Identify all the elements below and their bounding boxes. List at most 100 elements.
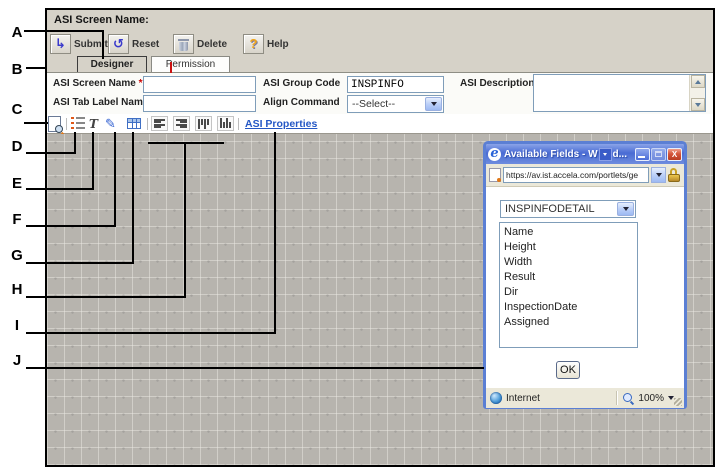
list-item[interactable]: Width [504,255,633,270]
leader-line-h-bracket [148,142,224,144]
annotation-label-g: G [6,247,28,264]
toolbar-separator [147,118,148,130]
annotation-label-i: I [6,317,28,334]
tab-designer[interactable]: Designer [77,56,147,72]
maximize-button[interactable] [651,148,666,161]
reset-icon: ↺ [113,37,124,52]
list-button[interactable] [71,117,85,130]
annotation-label-b: B [6,61,28,78]
leader-line-f-riser [114,132,116,227]
help-button[interactable]: ? [243,34,264,54]
status-zone-label: Internet [506,393,540,404]
edit-pencil-button[interactable]: ✎ [105,115,116,133]
delete-trash-icon [178,38,189,51]
scroll-down-button[interactable] [691,98,705,111]
tab-label-name-input[interactable] [143,95,256,112]
header-section: ASI Screen Name: ↳ Submit ↺ Reset Delete… [47,10,713,72]
leader-line-h [26,296,186,298]
field-source-value: INSPINFODETAIL [505,203,595,215]
tab-label-name-label: ASI Tab Label Name * [53,97,155,108]
page-icon [489,168,501,182]
annotation-label-f: F [6,211,28,228]
annotation-label-a: A [6,24,28,41]
chevron-down-icon[interactable] [617,202,634,216]
annotation-label-j: J [6,352,28,369]
page-title: ASI Screen Name: [54,14,149,26]
help-icon: ? [250,36,258,51]
toolbar-separator [66,118,67,130]
annotation-label-h: H [6,281,28,298]
popup-status-bar: Internet 100% [486,387,684,408]
leader-line-a-drop [102,30,104,59]
italic-text-icon: T [89,117,98,131]
italic-text-button[interactable]: T [89,115,98,133]
required-asterisk: * [139,78,143,89]
available-fields-popup: e Available Fields - W d... X https://av… [483,141,687,409]
description-textarea[interactable] [533,74,706,112]
list-item[interactable]: Dir [504,285,633,300]
list-item[interactable]: Name [504,225,633,240]
preview-icon [48,116,61,132]
leader-line-d [26,152,76,154]
align-left-icon[interactable] [151,116,168,131]
leader-line-d-riser [74,132,76,154]
close-icon[interactable]: X [667,148,682,161]
leader-line-i-riser [274,132,276,334]
group-code-input[interactable] [347,76,444,93]
resize-grip[interactable] [674,398,682,406]
textarea-scrollbar[interactable] [689,75,705,111]
scroll-up-button[interactable] [691,75,705,88]
url-dropdown-icon[interactable] [651,167,666,183]
align-top-icon[interactable] [195,116,212,131]
asi-properties-link[interactable]: ASI Properties [245,118,317,130]
popup-address-bar: https://av.ist.accela.com/portlets/ge [486,164,684,187]
list-item[interactable]: InspectionDate [504,300,633,315]
available-fields-list[interactable]: Name Height Width Result Dir InspectionD… [499,222,638,348]
zoom-level: 100% [638,393,664,404]
zoom-icon [622,392,634,404]
leader-line-i [26,332,276,334]
leader-line-f [26,225,116,227]
ie-logo-icon: e [488,148,501,161]
align-command-label: Align Command [263,97,340,108]
screen-name-label: ASI Screen Name * [53,78,143,89]
description-label: ASI Description [460,78,534,89]
align-right-icon[interactable] [173,116,190,131]
preview-button[interactable] [48,116,61,132]
lock-icon [668,168,681,183]
popup-titlebar[interactable]: e Available Fields - W d... X [486,144,684,164]
delete-button[interactable] [173,34,194,54]
delete-label: Delete [197,39,227,50]
list-item[interactable]: Result [504,270,633,285]
screen-name-input[interactable] [143,76,256,93]
table-icon [127,118,141,129]
globe-icon [490,392,502,404]
leader-line-g-riser [132,132,134,264]
submit-button[interactable]: ↳ [50,34,71,54]
format-toolbar: T ✎ ASI Properties [47,114,713,134]
screenshot-root: A B C D E F G H I J ASI Screen Name: ↳ S… [0,0,717,469]
list-item[interactable]: Assigned [504,315,633,330]
annotation-label-e: E [6,175,28,192]
app-frame: ASI Screen Name: ↳ Submit ↺ Reset Delete… [45,8,715,467]
list-item[interactable]: Height [504,240,633,255]
field-source-select[interactable]: INSPINFODETAIL [500,200,636,218]
leader-line-j [26,367,484,369]
popup-content: INSPINFODETAIL Name Height Width Result … [486,187,684,387]
leader-line-b-pointer [170,62,172,73]
url-field[interactable]: https://av.ist.accela.com/portlets/ge [503,167,649,183]
minimize-button[interactable] [635,148,650,161]
submit-arrow-icon: ↳ [55,37,66,52]
leader-line-e [26,188,94,190]
reset-button[interactable]: ↺ [108,34,129,54]
toolbar-separator [238,118,239,130]
ok-button[interactable]: OK [556,361,580,379]
title-dropdown-icon[interactable] [599,148,612,161]
chevron-down-icon[interactable] [425,97,442,111]
leader-line-b [26,67,46,69]
align-bottom-icon[interactable] [217,116,234,131]
align-command-value: --Select-- [352,98,395,110]
tab-permission[interactable]: Permission [151,56,230,72]
align-command-select[interactable]: --Select-- [347,95,444,113]
table-button[interactable] [127,116,141,129]
